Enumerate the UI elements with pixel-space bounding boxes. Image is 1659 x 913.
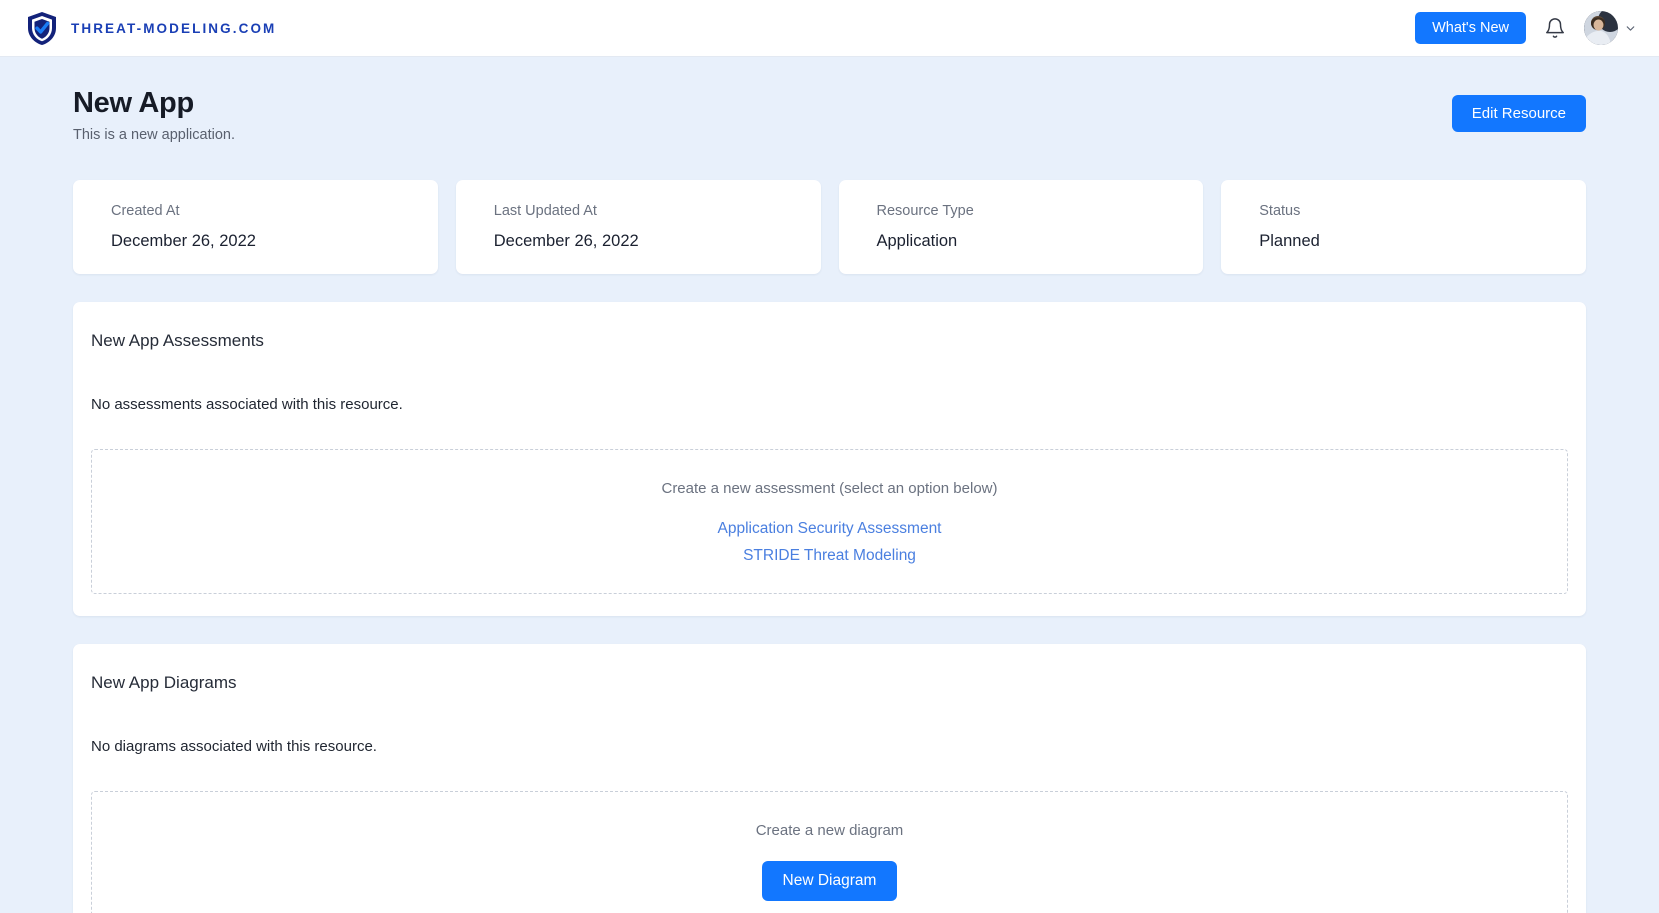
page-header: New App This is a new application. Edit …	[73, 57, 1586, 143]
stat-label: Resource Type	[876, 203, 974, 220]
page-subtitle: This is a new application.	[73, 127, 235, 144]
new-diagram-button[interactable]: New Diagram	[761, 861, 898, 901]
diagrams-panel: New App Diagrams No diagrams associated …	[73, 644, 1586, 913]
brand-name: THREAT-MODELING.COM	[71, 20, 277, 36]
page-title: New App	[73, 87, 194, 119]
status-badge: Planned	[1259, 231, 1320, 250]
diagrams-dropzone-heading: Create a new diagram	[755, 822, 904, 840]
stat-label: Created At	[111, 203, 180, 220]
assessments-dropzone-heading: Create a new assessment (select an optio…	[661, 480, 998, 498]
diagrams-panel-title: New App Diagrams	[91, 673, 237, 693]
bell-icon[interactable]	[1544, 16, 1566, 40]
page-heading-block: New App This is a new application.	[73, 87, 235, 143]
diagrams-empty-note: No diagrams associated with this resourc…	[91, 738, 377, 756]
stat-card-status: Status Planned	[1221, 180, 1586, 275]
chevron-down-icon	[1624, 22, 1637, 35]
link-application-security-assessment[interactable]: Application Security Assessment	[102, 518, 1557, 540]
stat-value: December 26, 2022	[111, 231, 256, 250]
navbar-actions: What's New	[1415, 11, 1637, 45]
assessments-dropzone: Create a new assessment (select an optio…	[91, 449, 1568, 595]
resource-stats: Created At December 26, 2022 Last Update…	[73, 180, 1586, 275]
link-stride-threat-modeling[interactable]: STRIDE Threat Modeling	[102, 545, 1557, 567]
stat-value: December 26, 2022	[493, 231, 639, 250]
avatar	[1584, 11, 1618, 45]
account-menu[interactable]	[1584, 11, 1637, 45]
stat-card-created-at: Created At December 26, 2022	[73, 180, 438, 275]
stat-label: Status	[1259, 203, 1301, 220]
stat-card-resource-type: Resource Type Application	[838, 180, 1204, 275]
assessments-panel: New App Assessments No assessments assoc…	[73, 302, 1586, 617]
assessments-panel-title: New App Assessments	[91, 331, 264, 351]
brand-logo-link[interactable]: THREAT-MODELING.COM	[26, 11, 276, 46]
assessment-type-links: Application Security Assessment STRIDE T…	[102, 518, 1557, 567]
stat-value: Application	[876, 231, 958, 250]
page-body: New App This is a new application. Edit …	[0, 57, 1659, 913]
edit-resource-button[interactable]: Edit Resource	[1451, 95, 1586, 132]
stat-card-last-updated-at: Last Updated At December 26, 2022	[455, 180, 821, 275]
assessments-empty-note: No assessments associated with this reso…	[91, 396, 403, 414]
whats-new-button[interactable]: What's New	[1415, 11, 1526, 45]
stat-label: Last Updated At	[493, 203, 597, 220]
shield-check-icon	[26, 11, 58, 46]
diagrams-dropzone: Create a new diagram New Diagram	[91, 791, 1568, 913]
top-navbar: THREAT-MODELING.COM What's New	[0, 0, 1659, 57]
